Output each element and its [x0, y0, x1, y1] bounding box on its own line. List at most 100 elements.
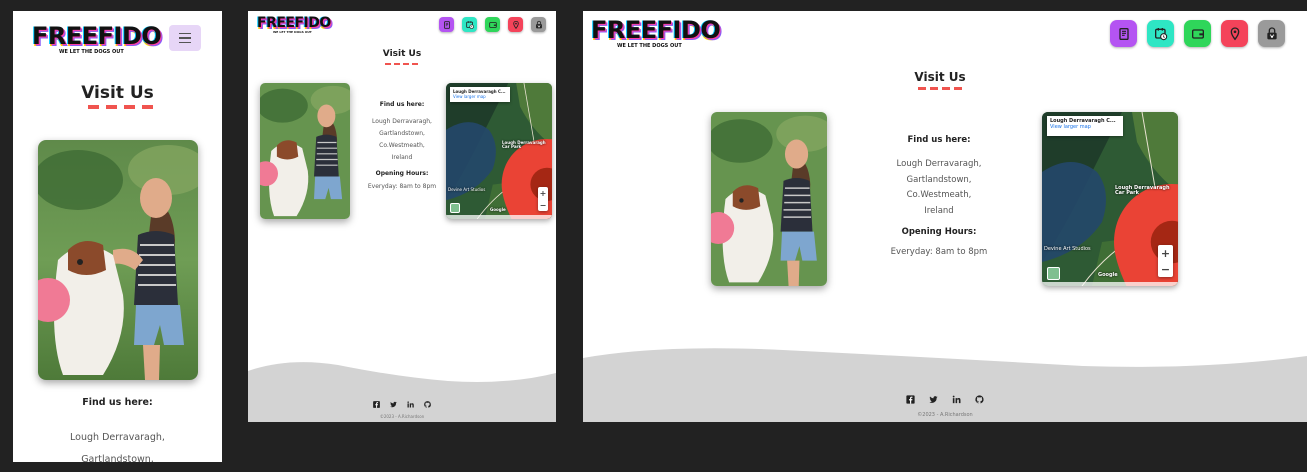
logo-wordmark: FREEFIDO [257, 15, 331, 31]
map-poi-label: Devine Art Studios [1044, 246, 1091, 252]
twitter-icon[interactable] [928, 394, 939, 405]
google-map[interactable]: Lough Derravaragh C... View larger map L… [446, 83, 552, 219]
facebook-icon[interactable] [905, 394, 916, 405]
github-icon[interactable] [423, 400, 432, 409]
google-attribution: Google [1098, 272, 1118, 278]
map-terms-bar [1042, 282, 1178, 286]
page-title: Visit Us [914, 70, 966, 84]
desktop-view: FREEFIDO WE LET THE DOGS OUT Visit Us Fi… [583, 11, 1307, 422]
map-layer-toggle[interactable] [450, 203, 460, 213]
address-line: Lough Derravaragh, [70, 432, 165, 443]
map-layer-toggle[interactable] [1047, 267, 1060, 280]
menu-line [179, 37, 191, 39]
book-icon [443, 20, 450, 29]
map-pin-icon [1230, 26, 1239, 40]
google-map[interactable]: Lough Derravaragh C... View larger map L… [1042, 112, 1178, 286]
map-pin-label: Lough Derravaragh Car Park [502, 140, 546, 150]
linkedin-icon[interactable] [406, 400, 415, 409]
footer-wave [248, 359, 556, 422]
address-line: Co.Westmeath, [379, 142, 425, 149]
address-line: Gartlandstown, [81, 454, 154, 462]
nav-book-button[interactable] [1110, 20, 1137, 47]
find-us-title: Find us here: [82, 397, 153, 408]
nav-icon-bar [1110, 20, 1285, 47]
tablet-view: FREEFIDO WE LET THE DOGS OUT Visit Us Fi… [248, 11, 556, 422]
map-poi-label: Devine Art Studios [448, 187, 486, 192]
address-line: Lough Derravaragh, [372, 118, 432, 125]
logo-tagline: WE LET THE DOGS OUT [59, 49, 124, 55]
title-underline [918, 87, 962, 90]
logo-wordmark: FREEFIDO [591, 16, 721, 44]
github-icon[interactable] [974, 394, 985, 405]
footer-wave [583, 344, 1307, 422]
address-line: Co.Westmeath, [906, 190, 972, 200]
view-larger-map-link[interactable]: View larger map [453, 94, 507, 99]
google-attribution: Google [490, 207, 506, 212]
page-title: Visit Us [81, 83, 154, 103]
nav-lock-paw-button[interactable] [531, 17, 546, 32]
map-zoom-control: + − [1158, 245, 1173, 277]
social-links [248, 400, 556, 409]
mobile-view: FREEFIDO WE LET THE DOGS OUT Visit Us Fi… [13, 11, 222, 462]
calendar-clock-icon [465, 20, 474, 29]
nav-map-pin-button[interactable] [1221, 20, 1248, 47]
zoom-in-button[interactable]: + [540, 189, 547, 198]
view-larger-map-link[interactable]: View larger map [1050, 124, 1120, 130]
opening-hours-title: Opening Hours: [375, 170, 429, 177]
nav-book-button[interactable] [439, 17, 454, 32]
map-zoom-control: + − [538, 187, 548, 211]
find-us-title: Find us here: [907, 135, 971, 145]
map-terms-bar [446, 215, 552, 219]
address-line: Ireland [924, 205, 954, 216]
nav-icon-bar [439, 17, 546, 32]
nav-lock-paw-button[interactable] [1258, 20, 1285, 47]
nav-calendar-clock-button[interactable] [462, 17, 477, 32]
map-pin-label: Lough Derravaragh Car Park [1115, 185, 1170, 197]
nav-map-pin-button[interactable] [508, 17, 523, 32]
wallet-icon [488, 21, 497, 28]
find-us-section: Find us here: Lough Derravaragh, Gartlan… [13, 397, 222, 462]
twitter-icon[interactable] [389, 400, 398, 409]
page-title: Visit Us [382, 49, 422, 59]
lock-paw-icon [535, 20, 542, 28]
social-links [583, 394, 1307, 405]
map-pin-icon [512, 20, 519, 29]
woman-and-dog-photo [38, 140, 198, 380]
address-line: Gartlandstown, [906, 174, 972, 185]
menu-line [179, 32, 191, 35]
logo[interactable]: FREEFIDO WE LET THE DOGS OUT [32, 22, 162, 55]
logo-wordmark: FREEFIDO [32, 22, 162, 50]
book-icon [1118, 27, 1129, 40]
facebook-icon[interactable] [372, 400, 381, 409]
address-line: Ireland [391, 154, 413, 161]
linkedin-icon[interactable] [951, 394, 962, 405]
logo-tagline: WE LET THE DOGS OUT [273, 30, 312, 34]
opening-hours-value: Everyday: 8am to 8pm [367, 183, 437, 190]
address-line: Gartlandstown, [379, 130, 425, 137]
find-us-section: Find us here: Lough Derravaragh, Gartlan… [356, 101, 448, 190]
woman-and-dog-photo [711, 112, 827, 286]
logo-tagline: WE LET THE DOGS OUT [617, 43, 682, 49]
title-underline [385, 63, 418, 65]
nav-calendar-clock-button[interactable] [1147, 20, 1174, 47]
menu-line [179, 41, 191, 44]
nav-wallet-button[interactable] [485, 17, 500, 32]
logo[interactable]: FREEFIDO WE LET THE DOGS OUT [591, 16, 721, 49]
opening-hours-value: Everyday: 8am to 8pm [890, 247, 988, 257]
find-us-section: Find us here: Lough Derravaragh, Gartlan… [879, 135, 999, 257]
title-underline [88, 105, 153, 109]
nav-wallet-button[interactable] [1184, 20, 1211, 47]
logo[interactable]: FREEFIDO WE LET THE DOGS OUT [257, 16, 331, 34]
calendar-clock-icon [1154, 27, 1167, 40]
hamburger-menu-button[interactable] [169, 25, 201, 51]
find-us-title: Find us here: [379, 101, 425, 108]
copyright-text: ©2023 - A.Richardson [917, 412, 973, 418]
zoom-out-button[interactable]: − [1161, 263, 1170, 276]
zoom-out-button[interactable]: − [540, 201, 547, 210]
map-place-card: Lough Derravaragh C... View larger map [1047, 116, 1123, 136]
copyright-text: ©2023 - A.Richardson [379, 414, 425, 419]
map-place-card: Lough Derravaragh C... View larger map [450, 87, 510, 102]
opening-hours-title: Opening Hours: [901, 227, 977, 237]
address-line: Lough Derravaragh, [896, 159, 982, 169]
zoom-in-button[interactable]: + [1161, 247, 1170, 260]
